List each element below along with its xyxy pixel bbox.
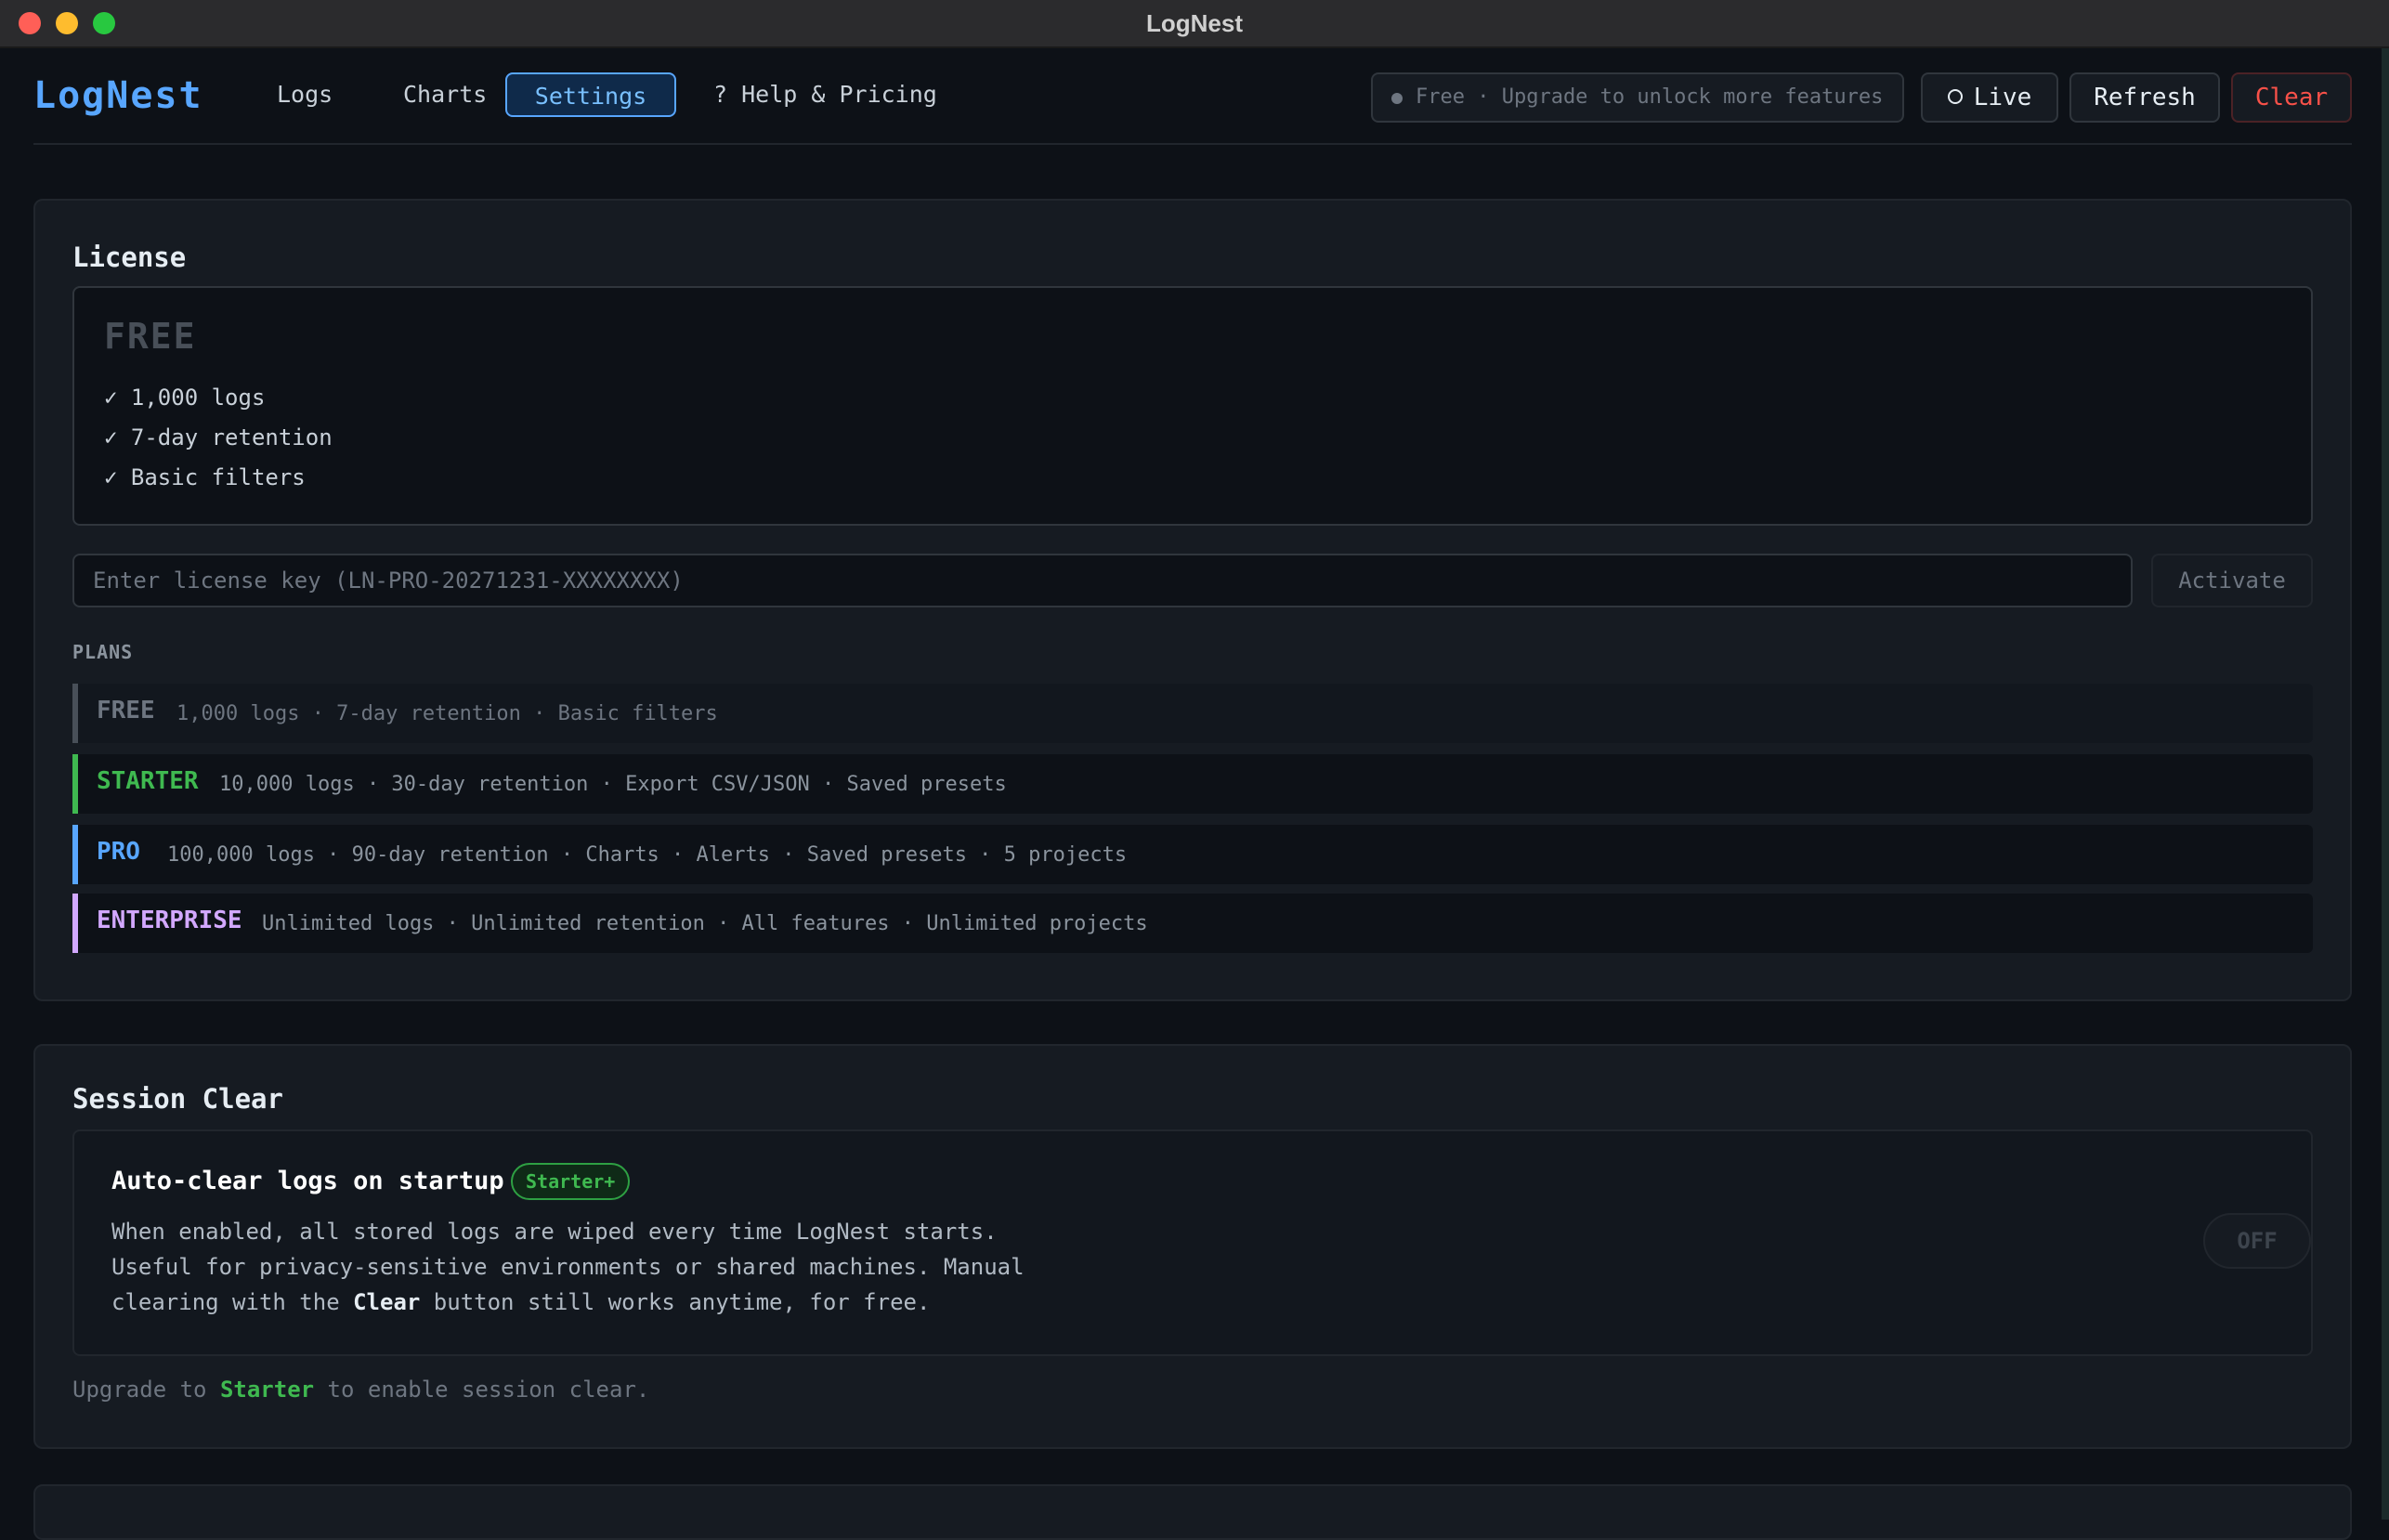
auto-clear-feature-card: Auto-clear logs on startup Starter+ When…: [72, 1129, 2313, 1356]
plan-status-pill[interactable]: Free · Upgrade to unlock more features: [1371, 72, 1904, 123]
session-clear-title: Session Clear: [72, 1083, 283, 1115]
upgrade-plan-link[interactable]: Starter: [220, 1377, 314, 1403]
clear-button[interactable]: Clear: [2231, 72, 2352, 123]
plan-name: PRO: [97, 838, 140, 866]
license-feature: ✓ 1,000 logs: [104, 385, 266, 411]
status-dot-icon: [1391, 93, 1403, 104]
tab-settings[interactable]: Settings: [505, 72, 676, 117]
license-panel: License FREE ✓ 1,000 logs ✓ 7-day retent…: [33, 199, 2352, 1001]
plan-name: FREE: [97, 697, 155, 724]
tab-logs[interactable]: Logs: [260, 72, 349, 117]
window-titlebar: LogNest: [0, 0, 2389, 48]
plan-description: 1,000 logs · 7-day retention · Basic fil…: [176, 702, 718, 725]
license-feature: ✓ Basic filters: [104, 464, 306, 490]
clear-emphasis: Clear: [353, 1289, 421, 1315]
auto-clear-description-line: clearing with the Clear button still wor…: [111, 1289, 931, 1315]
plan-row-free: FREE 1,000 logs · 7-day retention · Basi…: [72, 684, 2313, 743]
plan-description: Unlimited logs · Unlimited retention · A…: [262, 912, 1148, 935]
plan-name: ENTERPRISE: [97, 907, 242, 934]
session-clear-panel: Session Clear Auto-clear logs on startup…: [33, 1044, 2352, 1449]
auto-clear-description-line: Useful for privacy-sensitive environment…: [111, 1254, 1025, 1280]
live-circle-icon: [1947, 88, 1963, 104]
license-feature: ✓ 7-day retention: [104, 424, 333, 450]
next-panel: [33, 1484, 2352, 1540]
plan-description: 100,000 logs · 90-day retention · Charts…: [167, 843, 1128, 867]
upgrade-note: Upgrade to Starter to enable session cle…: [72, 1377, 650, 1403]
plan-description: 10,000 logs · 30-day retention · Export …: [219, 773, 1007, 796]
license-title: License: [72, 241, 187, 273]
window-title: LogNest: [1146, 9, 1243, 37]
plan-status-text: Free · Upgrade to unlock more features: [1416, 85, 1884, 109]
plan-row-starter: STARTER 10,000 logs · 30-day retention ·…: [72, 754, 2313, 814]
live-label: Live: [1973, 84, 2032, 111]
window-edge: [2382, 48, 2389, 1520]
current-license-card: FREE ✓ 1,000 logs ✓ 7-day retention ✓ Ba…: [72, 286, 2313, 526]
plan-required-badge: Starter+: [511, 1163, 631, 1200]
plan-row-enterprise: ENTERPRISE Unlimited logs · Unlimited re…: [72, 894, 2313, 953]
refresh-button[interactable]: Refresh: [2069, 72, 2220, 123]
plan-name: STARTER: [97, 767, 199, 795]
brand-logo[interactable]: LogNest: [33, 74, 203, 117]
plans-heading: PLANS: [72, 641, 134, 663]
current-tier-name: FREE: [104, 316, 197, 357]
auto-clear-description-line: When enabled, all stored logs are wiped …: [111, 1219, 998, 1245]
live-button[interactable]: Live: [1921, 72, 2058, 123]
plan-row-pro: PRO 100,000 logs · 90-day retention · Ch…: [72, 825, 2313, 884]
activate-button[interactable]: Activate: [2151, 554, 2313, 607]
tab-help-pricing[interactable]: ? Help & Pricing: [697, 72, 954, 117]
tab-charts[interactable]: Charts: [386, 72, 503, 117]
license-key-input[interactable]: [72, 554, 2133, 607]
top-navigation: LogNest Logs Charts Settings ? Help & Pr…: [33, 48, 2352, 145]
auto-clear-toggle[interactable]: OFF: [2203, 1213, 2311, 1269]
auto-clear-title: Auto-clear logs on startup: [111, 1167, 504, 1195]
